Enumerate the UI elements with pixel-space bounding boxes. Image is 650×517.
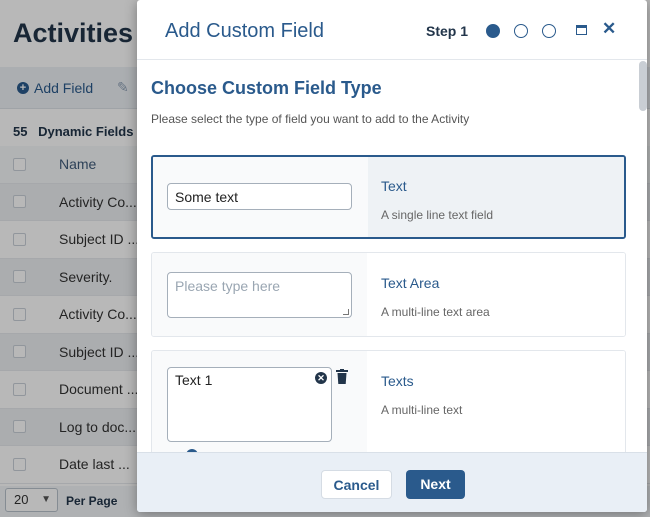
example-text-input: Some text: [167, 183, 352, 210]
field-type-description: A single line text field: [381, 208, 494, 222]
add-custom-field-dialog: Add Custom Field Step 1 ✕ Choose Custom …: [137, 0, 647, 512]
field-type-name: Texts: [381, 373, 414, 389]
field-type-name: Text Area: [381, 275, 440, 291]
field-type-description: A multi-line text: [381, 403, 463, 417]
example-texts-input: Text 1: [167, 367, 332, 442]
resize-handle-icon: [343, 309, 349, 315]
section-heading: Choose Custom Field Type: [151, 78, 382, 98]
field-info: Text A single line text field: [368, 157, 624, 237]
field-type-card-texts[interactable]: Text 1 ✕ Texts A multi-line text: [151, 350, 626, 452]
field-example: Some text: [153, 157, 368, 237]
field-info: Text Area A multi-line text area: [367, 253, 625, 336]
dialog-header: Add Custom Field Step 1 ✕: [137, 0, 647, 60]
cancel-button[interactable]: Cancel: [321, 470, 392, 499]
section-description: Please select the type of field you want…: [151, 112, 470, 126]
textarea-placeholder: Please type here: [175, 278, 281, 294]
example-textarea: Please type here: [167, 272, 352, 318]
maximize-icon[interactable]: [576, 25, 587, 35]
close-icon[interactable]: ✕: [602, 19, 616, 39]
step-label: Step 1: [426, 23, 469, 39]
field-type-card-text[interactable]: Some text Text A single line text field: [151, 155, 626, 239]
dialog-title: Add Custom Field: [165, 20, 324, 42]
step-indicator-2: [514, 24, 528, 38]
field-info: Texts A multi-line text: [367, 351, 625, 452]
scrollbar-thumb[interactable]: [639, 61, 647, 111]
step-indicator-3: [542, 24, 556, 38]
step-indicator-1: [486, 24, 500, 38]
field-type-description: A multi-line text area: [381, 305, 490, 319]
dialog-body: Choose Custom Field Type Please select t…: [137, 61, 647, 452]
field-example: Text 1 ✕: [152, 351, 367, 452]
dialog-footer: Cancel Next: [137, 452, 647, 512]
field-type-card-textarea[interactable]: Please type here Text Area A multi-line …: [151, 252, 626, 337]
field-type-name: Text: [381, 178, 407, 194]
field-example: Please type here: [152, 253, 367, 336]
trash-icon: [336, 369, 348, 384]
remove-circle-icon: ✕: [315, 372, 327, 384]
next-button[interactable]: Next: [406, 470, 465, 499]
